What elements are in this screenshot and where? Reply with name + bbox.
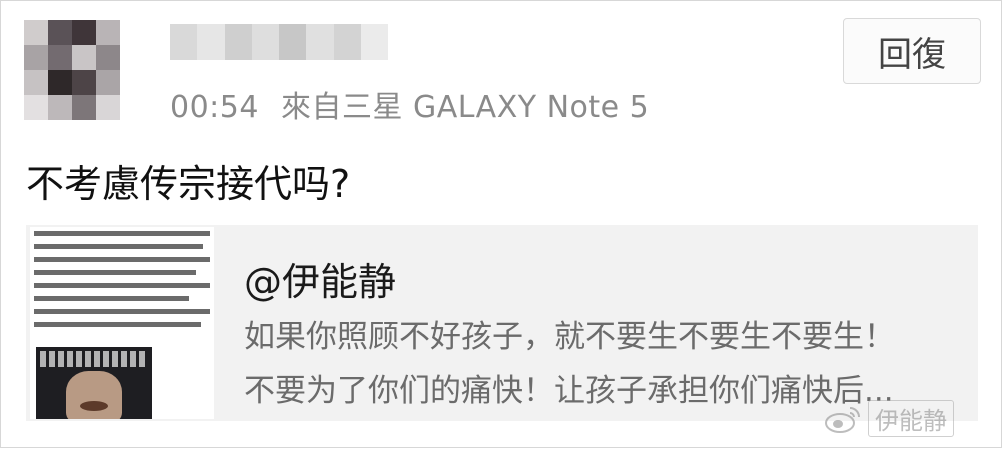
avatar-pixel [72, 95, 96, 120]
username-blur-block [224, 24, 252, 60]
shared-post-excerpt-line1: 如果你照顾不好孩子，就不要生不要生不要生！ [244, 319, 895, 355]
shared-post-thumbnail[interactable] [30, 227, 214, 419]
avatar-pixel [72, 45, 96, 70]
username-blur-block [360, 24, 388, 60]
weibo-logo-icon [825, 406, 860, 433]
post-meta: 00:54 來自三星 GALAXY Note 5 [170, 82, 649, 126]
username-blur-block [170, 24, 198, 60]
avatar-pixel [24, 70, 48, 95]
post-source: 來自三星 GALAXY Note 5 [280, 90, 650, 125]
username-blur-block [251, 24, 279, 60]
thumbnail-text-line [34, 309, 210, 314]
thumbnail-photo [36, 347, 152, 419]
thumbnail-text-line [34, 322, 202, 327]
thumbnail-text-line [34, 244, 203, 249]
avatar-pixel [48, 70, 72, 95]
post-timestamp: 00:54 [170, 90, 259, 125]
thumbnail-text-line [34, 283, 210, 288]
avatar-pixel [72, 70, 96, 95]
avatar-pixel [96, 95, 120, 120]
shared-post-card[interactable]: @伊能静 如果你照顾不好孩子，就不要生不要生不要生！ 不要为了你们的痛快！让孩子… [26, 225, 978, 421]
username-blur-block [279, 24, 307, 60]
post-text: 不考慮传宗接代吗? [26, 162, 351, 206]
username-blur-block [333, 24, 361, 60]
username-blur-block [306, 24, 334, 60]
thumbnail-text-line [34, 296, 189, 301]
reply-button[interactable]: 回復 [843, 18, 981, 84]
avatar-pixel [24, 20, 48, 45]
shared-post-excerpt-line2: 不要为了你们的痛快！让孩子承担你们痛快后... [244, 373, 894, 409]
avatar-pixel [48, 20, 72, 45]
avatar-pixel [96, 20, 120, 45]
avatar-pixel [24, 95, 48, 120]
thumbnail-text-image [34, 231, 210, 335]
thumbnail-text-line [34, 231, 210, 236]
thumbnail-photo-caption [40, 351, 148, 367]
avatar-pixel [48, 45, 72, 70]
avatar-pixel [48, 95, 72, 120]
avatar-pixel [24, 45, 48, 70]
username-blurred[interactable] [170, 24, 388, 60]
avatar-pixel [96, 70, 120, 95]
thumbnail-text-line [34, 270, 196, 275]
thumbnail-text-line [34, 257, 210, 262]
avatar-pixel [96, 45, 120, 70]
weibo-watermark: 伊能静 [824, 400, 954, 437]
thumbnail-child-face [66, 371, 122, 419]
username-blur-block [197, 24, 225, 60]
shared-post-author[interactable]: @伊能静 [244, 251, 396, 306]
watermark-text: 伊能静 [868, 400, 954, 437]
avatar-pixel [72, 20, 96, 45]
avatar[interactable] [24, 20, 120, 120]
